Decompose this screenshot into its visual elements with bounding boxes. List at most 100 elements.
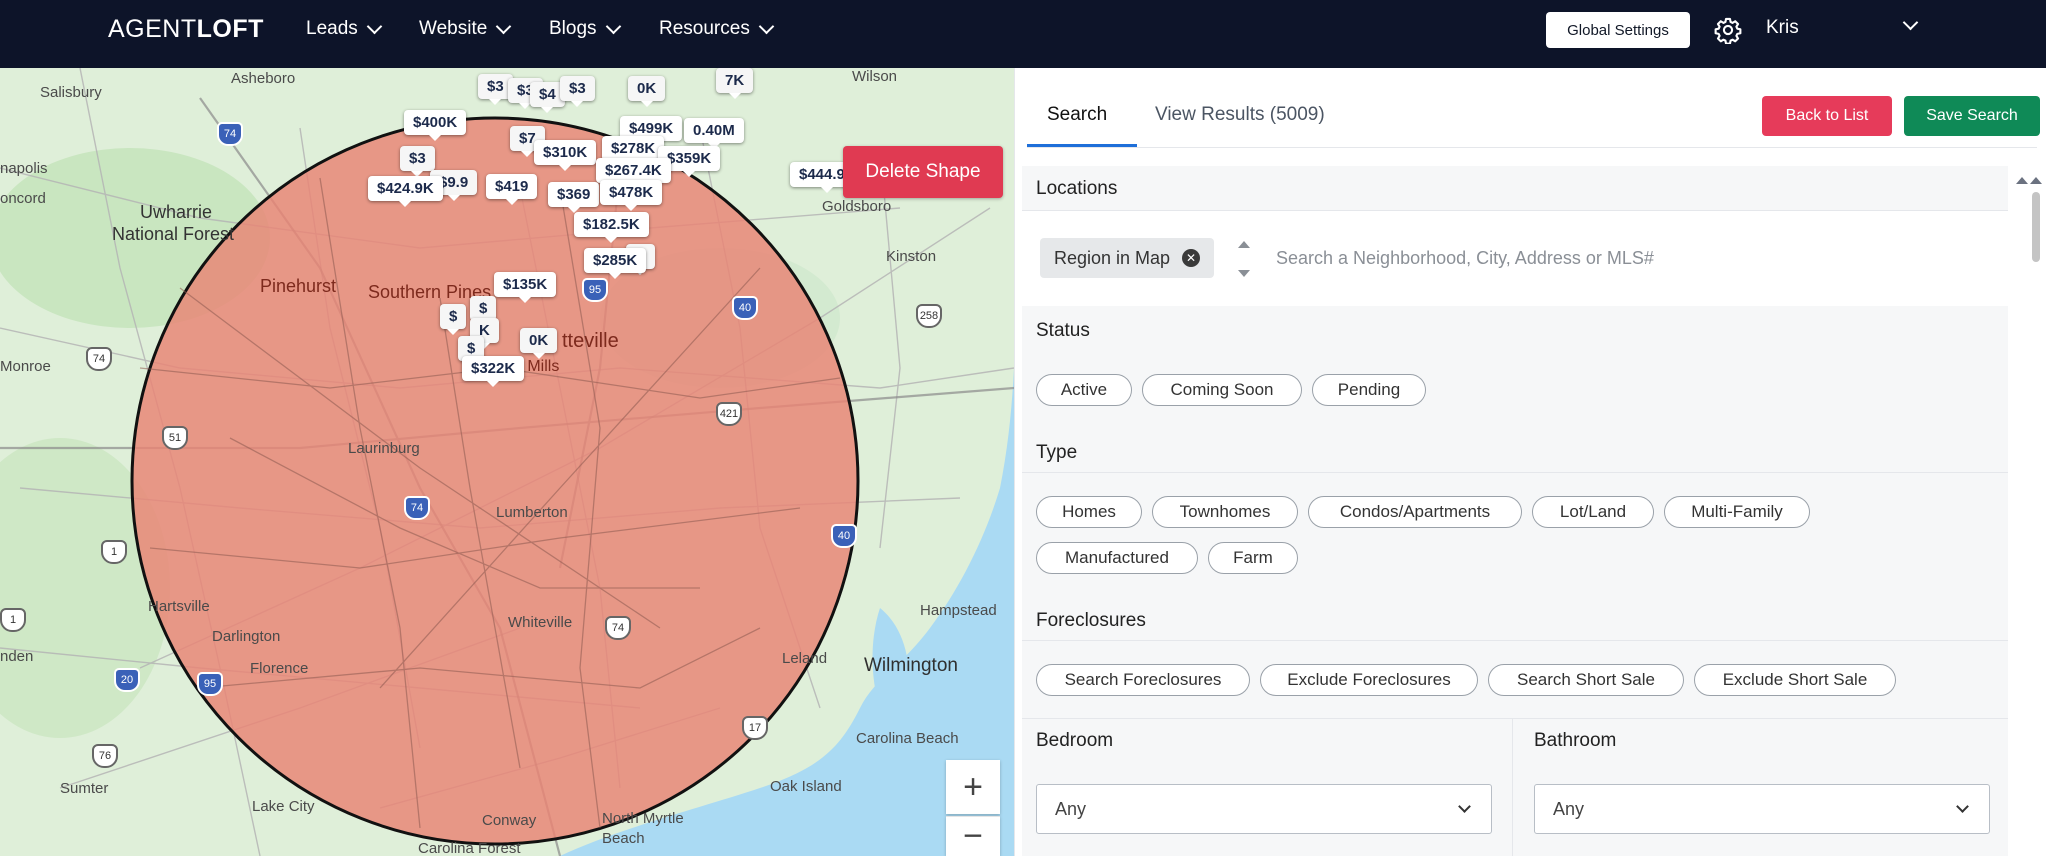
place-label: Sumter	[60, 780, 109, 797]
place-label: Lake City	[252, 798, 315, 815]
price-pin[interactable]: $310K	[534, 140, 597, 171]
price-pin[interactable]: 0.40M	[684, 118, 744, 149]
user-menu-chevron-icon[interactable]	[1902, 14, 1919, 31]
type-heading: Type	[1036, 442, 1078, 463]
price-pin[interactable]: 0K	[628, 76, 666, 107]
place-label: Goldsboro	[822, 198, 892, 215]
tab-search[interactable]: Search	[1047, 104, 1107, 126]
save-search-button[interactable]: Save Search	[1904, 96, 2040, 136]
remove-tag-icon[interactable]: ✕	[1182, 249, 1201, 267]
price-pin[interactable]: $3	[560, 76, 595, 107]
bedroom-heading: Bedroom	[1036, 730, 1114, 751]
status-chip-active[interactable]: Active	[1036, 374, 1132, 406]
gear-icon[interactable]	[1714, 16, 1742, 44]
bathroom-select-value: Any	[1553, 798, 1585, 819]
type-chip-manufactured[interactable]: Manufactured	[1036, 542, 1198, 574]
highway-shield: 17	[742, 716, 768, 740]
place-label: Pinehurst	[260, 276, 337, 296]
place-label: Asheboro	[231, 70, 296, 87]
place-label: Leland	[782, 650, 828, 667]
scrollbar-thumb[interactable]	[2032, 192, 2040, 262]
highway-shield: 258	[916, 304, 942, 328]
search-foreclosures-chip[interactable]: Search Foreclosures	[1036, 664, 1250, 696]
highway-shield: 20	[114, 668, 140, 692]
global-settings-button[interactable]: Global Settings	[1546, 12, 1690, 48]
chevron-down-icon	[605, 18, 621, 35]
type-chip-multi-family[interactable]: Multi-Family	[1664, 496, 1810, 528]
place-label: nden	[0, 648, 34, 665]
price-pin[interactable]: $285K	[584, 248, 647, 279]
place-label: Monroe	[0, 358, 51, 375]
divider	[1022, 640, 2008, 641]
nav-leads[interactable]: Leads	[306, 18, 383, 40]
highway-shield: 1	[101, 540, 127, 564]
status-chip-pending[interactable]: Pending	[1312, 374, 1426, 406]
place-label: Laurinburg	[348, 440, 420, 457]
bathroom-select[interactable]: Any	[1534, 784, 1990, 834]
foreclosures-heading: Foreclosures	[1036, 610, 1146, 631]
place-label: Wilmington	[864, 655, 958, 676]
delete-shape-button[interactable]: Delete Shape	[843, 146, 1003, 198]
price-pin[interactable]: 7K	[716, 68, 754, 99]
price-pin[interactable]: $3	[400, 146, 435, 177]
price-pin[interactable]: $424.9K	[368, 176, 443, 207]
highway-shield: 51	[162, 426, 188, 450]
place-label: Oak Island	[770, 778, 842, 795]
place-label: Carolina Beach	[856, 730, 959, 747]
location-sort-arrows-icon[interactable]	[1236, 236, 1252, 282]
price-pin[interactable]: $400K	[404, 110, 467, 141]
nav-leads-label: Leads	[306, 18, 358, 39]
search-form: Locations Region in Map ✕ Status Active …	[1022, 166, 2008, 856]
divider	[1022, 718, 2008, 719]
exclude-foreclosures-chip[interactable]: Exclude Foreclosures	[1260, 664, 1478, 696]
place-label: Lumberton	[496, 504, 568, 521]
price-pin[interactable]: $	[440, 304, 467, 335]
price-pin[interactable]: $478K	[600, 180, 663, 211]
bedroom-select-value: Any	[1055, 798, 1087, 819]
type-chip-lot-land[interactable]: Lot/Land	[1532, 496, 1654, 528]
user-name[interactable]: Kris	[1766, 17, 1799, 39]
price-pin[interactable]: $182.5K	[574, 212, 649, 243]
nav-resources[interactable]: Resources	[659, 18, 775, 40]
chevron-down-icon	[1956, 800, 1969, 813]
place-label: tteville	[562, 330, 619, 352]
type-chip-condos[interactable]: Condos/Apartments	[1308, 496, 1522, 528]
nav-blogs[interactable]: Blogs	[549, 18, 621, 40]
type-chip-townhomes[interactable]: Townhomes	[1152, 496, 1298, 528]
search-short-sale-chip[interactable]: Search Short Sale	[1488, 664, 1684, 696]
place-label: Hampstead	[920, 602, 997, 619]
price-pin[interactable]: $419	[486, 174, 538, 205]
chevron-down-icon	[496, 18, 512, 35]
bedroom-select[interactable]: Any	[1036, 784, 1492, 834]
location-search-input[interactable]	[1276, 238, 1976, 278]
bathroom-heading: Bathroom	[1534, 730, 1617, 751]
price-pin[interactable]: 0K	[520, 328, 558, 359]
tab-view-results[interactable]: View Results (5009)	[1155, 104, 1325, 126]
divider	[1022, 472, 2008, 473]
scroll-up-arrows-icon[interactable]	[2014, 174, 2044, 186]
status-chip-coming-soon[interactable]: Coming Soon	[1142, 374, 1302, 406]
place-label: Salisbury	[40, 84, 102, 101]
zoom-out-button[interactable]: −	[946, 816, 1000, 856]
location-tag-label: Region in Map	[1054, 247, 1171, 268]
price-pin[interactable]: $135K	[494, 272, 557, 303]
nav-website[interactable]: Website	[419, 18, 512, 40]
price-pin[interactable]: $322K	[462, 356, 525, 387]
highway-shield: 40	[831, 524, 857, 548]
place-label: Darlington	[212, 628, 281, 645]
price-pin[interactable]: $369	[548, 182, 600, 213]
place-label: Whiteville	[508, 614, 573, 631]
exclude-short-sale-chip[interactable]: Exclude Short Sale	[1694, 664, 1896, 696]
place-label: Kinston	[886, 248, 937, 265]
type-chip-homes[interactable]: Homes	[1036, 496, 1142, 528]
highway-shield: 95	[582, 278, 608, 302]
nav-blogs-label: Blogs	[549, 18, 597, 39]
map-view[interactable]: Salisbury Asheboro napolis Wilson oncord…	[0, 68, 1014, 856]
back-to-list-button[interactable]: Back to List	[1762, 96, 1892, 136]
agentloft-logo[interactable]: AGENTLOFT	[108, 14, 264, 44]
top-navigation-bar: AGENTLOFT Leads Website Blogs Resources …	[0, 0, 2046, 68]
zoom-in-button[interactable]: +	[946, 760, 1000, 814]
highway-shield: 76	[92, 744, 118, 768]
locations-heading: Locations	[1036, 178, 1118, 199]
type-chip-farm[interactable]: Farm	[1208, 542, 1298, 574]
